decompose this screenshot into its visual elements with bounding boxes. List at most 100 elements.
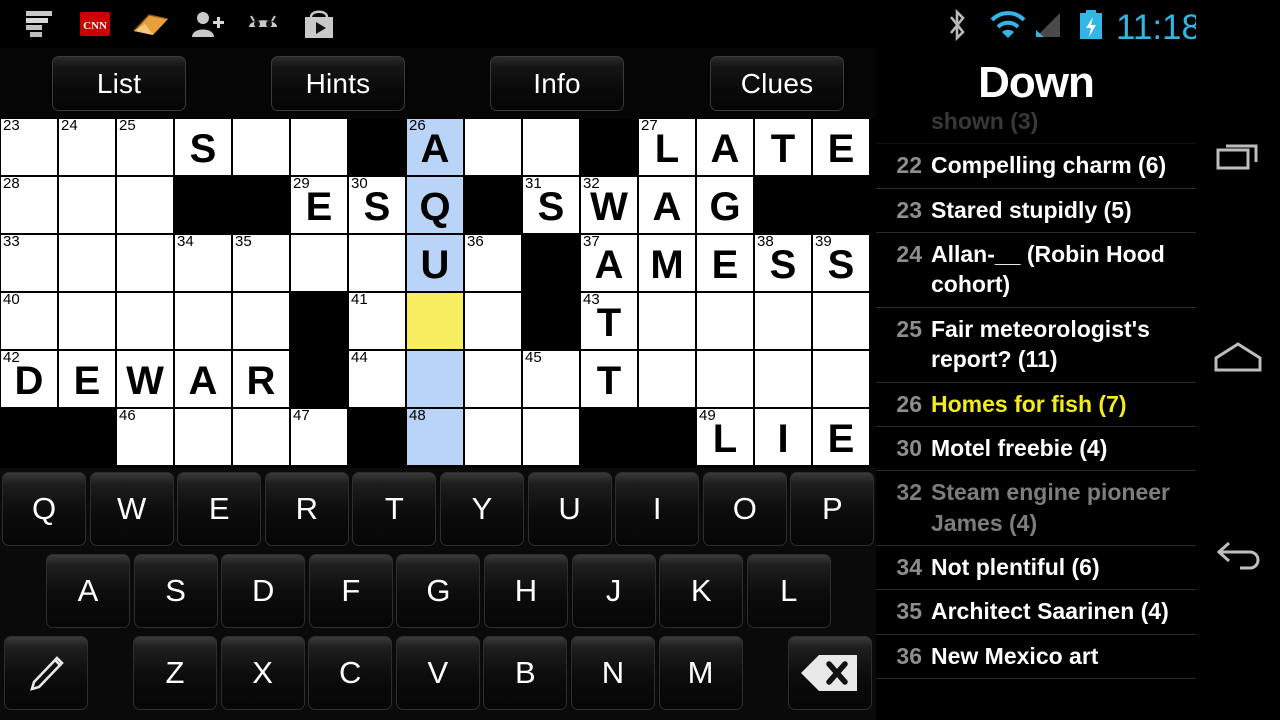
grid-cell[interactable]: 38 S: [754, 234, 812, 292]
grid-cell[interactable]: [696, 350, 754, 408]
grid-cell[interactable]: [638, 350, 696, 408]
info-button[interactable]: Info: [490, 56, 624, 111]
grid-cell[interactable]: E: [812, 118, 870, 176]
home-icon[interactable]: [1210, 332, 1266, 388]
grid-cell[interactable]: W: [116, 350, 174, 408]
key-y[interactable]: Y: [440, 472, 524, 546]
grid-cell[interactable]: 41: [348, 292, 406, 350]
grid-cell[interactable]: [348, 234, 406, 292]
grid-cell[interactable]: 32 W: [580, 176, 638, 234]
clue-list[interactable]: shown (3) 22 Compelling charm (6) 23 Stared …: [876, 100, 1196, 720]
grid-cell[interactable]: [464, 408, 522, 466]
grid-cell[interactable]: T: [754, 118, 812, 176]
clue-item[interactable]: 34 Not plentiful (6): [876, 546, 1196, 591]
clue-item[interactable]: 25 Fair meteorologist's report? (11): [876, 308, 1196, 383]
grid-cell[interactable]: A: [696, 118, 754, 176]
grid-cell[interactable]: [174, 292, 232, 350]
key-b[interactable]: B: [483, 636, 568, 710]
grid-cell[interactable]: 36: [464, 234, 522, 292]
grid-cell[interactable]: S: [174, 118, 232, 176]
grid-cell[interactable]: E: [696, 234, 754, 292]
key-v[interactable]: V: [395, 636, 480, 710]
grid-cell[interactable]: 42 D: [0, 350, 58, 408]
grid-cell[interactable]: [232, 118, 290, 176]
grid-cell[interactable]: 39 S: [812, 234, 870, 292]
grid-cell[interactable]: 26 A: [406, 118, 464, 176]
grid-cell[interactable]: 23: [0, 118, 58, 176]
grid-cell[interactable]: [812, 350, 870, 408]
grid-cell[interactable]: [522, 408, 580, 466]
key-x[interactable]: X: [220, 636, 305, 710]
key-g[interactable]: G: [396, 554, 481, 628]
grid-cell[interactable]: 35: [232, 234, 290, 292]
key-m[interactable]: M: [658, 636, 743, 710]
grid-cell[interactable]: [464, 292, 522, 350]
key-q[interactable]: Q: [2, 472, 86, 546]
grid-cell[interactable]: 46: [116, 408, 174, 466]
key-z[interactable]: Z: [133, 636, 217, 710]
grid-cell[interactable]: 30 S: [348, 176, 406, 234]
grid-cell[interactable]: [406, 350, 464, 408]
grid-cell[interactable]: 40: [0, 292, 58, 350]
grid-cell[interactable]: [58, 292, 116, 350]
grid-cell[interactable]: 25: [116, 118, 174, 176]
grid-cell[interactable]: [58, 234, 116, 292]
grid-cell[interactable]: A: [638, 176, 696, 234]
recents-icon[interactable]: [1210, 132, 1266, 188]
pen-icon[interactable]: [4, 636, 88, 710]
grid-cell[interactable]: [232, 292, 290, 350]
grid-cell[interactable]: 43 T: [580, 292, 638, 350]
clue-item[interactable]: 30 Motel freebie (4): [876, 427, 1196, 472]
key-j[interactable]: J: [571, 554, 656, 628]
grid-cell[interactable]: [116, 176, 174, 234]
key-k[interactable]: K: [659, 554, 744, 628]
clue-item[interactable]: 32 Steam engine pioneer James (4): [876, 471, 1196, 546]
grid-cell[interactable]: [58, 176, 116, 234]
grid-cell[interactable]: [464, 118, 522, 176]
clue-item[interactable]: shown (3): [876, 100, 1196, 145]
grid-cell[interactable]: [754, 350, 812, 408]
grid-cell[interactable]: 37 A: [580, 234, 638, 292]
grid-cell[interactable]: [116, 234, 174, 292]
grid-cell[interactable]: 49 L: [696, 408, 754, 466]
grid-cell[interactable]: 27 L: [638, 118, 696, 176]
grid-cell[interactable]: [638, 292, 696, 350]
grid-cell[interactable]: 34: [174, 234, 232, 292]
list-button[interactable]: List: [52, 56, 186, 111]
back-icon[interactable]: [1210, 528, 1266, 584]
grid-cell[interactable]: T: [580, 350, 638, 408]
key-e[interactable]: E: [177, 472, 262, 546]
backspace-icon[interactable]: [788, 636, 872, 710]
clue-item[interactable]: 23 Stared stupidly (5): [876, 189, 1196, 234]
clue-item[interactable]: 24 Allan-__ (Robin Hood cohort): [876, 233, 1196, 308]
grid-cell[interactable]: 44: [348, 350, 406, 408]
crossword-grid[interactable]: 23 24 25 S 26 A 27 L A T E 28 29 E 30 S Q 31 S 32 W A G 33 34 35 U…: [0, 118, 877, 468]
clue-item[interactable]: 35 Architect Saarinen (4): [876, 590, 1196, 635]
key-d[interactable]: D: [221, 554, 306, 628]
key-t[interactable]: T: [352, 472, 437, 546]
grid-cell[interactable]: [406, 292, 464, 350]
grid-cell[interactable]: 47: [290, 408, 348, 466]
grid-cell[interactable]: [696, 292, 754, 350]
key-a[interactable]: A: [46, 554, 130, 628]
grid-cell[interactable]: E: [58, 350, 116, 408]
key-n[interactable]: N: [571, 636, 655, 710]
clue-item[interactable]: 36 New Mexico art: [876, 635, 1196, 680]
grid-cell[interactable]: [116, 292, 174, 350]
grid-cell[interactable]: R: [232, 350, 290, 408]
key-i[interactable]: I: [615, 472, 700, 546]
grid-cell[interactable]: [522, 118, 580, 176]
key-h[interactable]: H: [484, 554, 568, 628]
grid-cell[interactable]: M: [638, 234, 696, 292]
grid-cell[interactable]: 33: [0, 234, 58, 292]
key-w[interactable]: W: [89, 472, 174, 546]
grid-cell[interactable]: [464, 350, 522, 408]
grid-cell[interactable]: [290, 118, 348, 176]
grid-cell[interactable]: 45: [522, 350, 580, 408]
grid-cell[interactable]: A: [174, 350, 232, 408]
clue-item[interactable]: 26 Homes for fish (7): [876, 383, 1196, 427]
grid-cell[interactable]: 24: [58, 118, 116, 176]
grid-cell[interactable]: [174, 408, 232, 466]
grid-cell[interactable]: Q: [406, 176, 464, 234]
key-o[interactable]: O: [702, 472, 787, 546]
